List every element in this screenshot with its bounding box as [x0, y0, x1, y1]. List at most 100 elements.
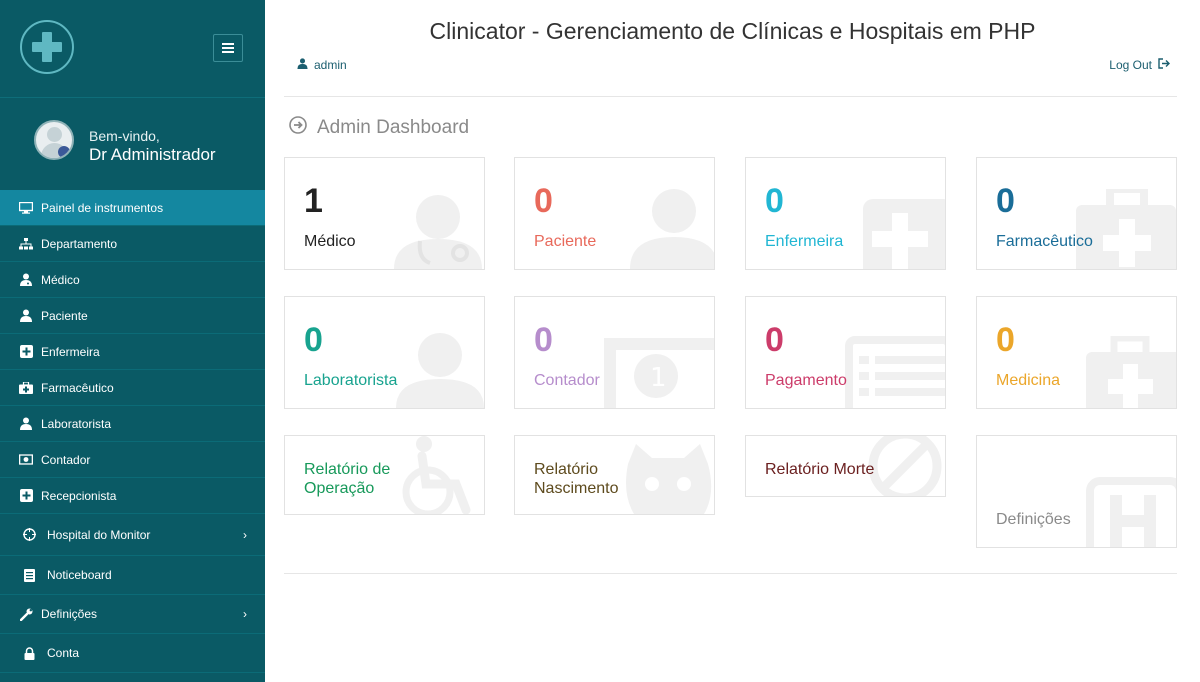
card-definicoes[interactable]: Definições	[976, 435, 1177, 548]
sidebar-item-medico[interactable]: Médico	[0, 262, 265, 298]
plus-square-icon	[19, 489, 33, 503]
sidebar-nav: Painel de instrumentos Departamento Médi…	[0, 190, 265, 673]
ban-icon	[868, 436, 942, 496]
user-icon	[297, 58, 308, 72]
sidebar-item-recepcionista[interactable]: Recepcionista	[0, 478, 265, 514]
plus-square-icon	[19, 345, 33, 359]
admin-user-link[interactable]: admin	[297, 58, 347, 72]
avatar	[34, 120, 74, 160]
card-label: Relatório Nascimento	[534, 461, 619, 497]
page-title: Clinicator - Gerenciamento de Clínicas e…	[429, 18, 1036, 44]
sidebar-item-definicoes[interactable]: Definições ›	[0, 595, 265, 634]
sidebar-item-label: Departamento	[41, 236, 118, 251]
svg-text:1: 1	[650, 363, 667, 393]
card-medicina[interactable]: 0 Medicina	[976, 296, 1177, 409]
card-pagamento[interactable]: 0 Pagamento	[745, 296, 946, 409]
header-divider	[284, 96, 1177, 97]
card-label: Relatório de Operação	[304, 461, 391, 497]
menu-toggle-button[interactable]	[213, 34, 243, 62]
sidebar-item-label: Farmacêutico	[41, 380, 114, 395]
content-divider	[284, 573, 1177, 574]
circle-arrow-right-icon	[289, 116, 307, 140]
card-label: Médico	[304, 233, 356, 250]
card-relatorio-operacao[interactable]: Relatório de Operação	[284, 435, 485, 515]
sidebar-item-paciente[interactable]: Paciente	[0, 298, 265, 334]
card-count: 0	[304, 321, 323, 359]
doctor-icon	[19, 273, 33, 287]
sidebar-item-conta[interactable]: Conta	[0, 634, 265, 673]
hospital-h-icon	[1086, 477, 1176, 547]
card-contador[interactable]: 1 0 Contador	[514, 296, 715, 409]
card-farmaceutico[interactable]: 0 Farmacêutico	[976, 157, 1177, 270]
sidebar-item-label: Conta	[47, 646, 80, 660]
card-label: Contador	[534, 372, 600, 389]
crosshair-icon	[22, 528, 36, 542]
logout-label: Log Out	[1109, 58, 1152, 72]
sidebar-item-label: Definições	[41, 607, 98, 621]
user-icon	[19, 309, 33, 323]
card-label: Pagamento	[765, 372, 847, 389]
sidebar-item-departamento[interactable]: Departamento	[0, 226, 265, 262]
sidebar-item-painel[interactable]: Painel de instrumentos	[0, 190, 265, 226]
sidebar-item-label: Painel de instrumentos	[41, 200, 164, 215]
dashboard-title-text: Admin Dashboard	[317, 117, 470, 138]
card-label: Enfermeira	[765, 233, 844, 250]
card-paciente[interactable]: 0 Paciente	[514, 157, 715, 270]
chevron-right-icon: ›	[243, 527, 247, 542]
sidebar-item-label: Enfermeira	[41, 344, 100, 359]
money-icon	[19, 453, 33, 467]
card-enfermeira[interactable]: 0 Enfermeira	[745, 157, 946, 270]
card-relatorio-morte[interactable]: Relatório Morte	[745, 435, 946, 497]
sidebar-item-label: Recepcionista	[41, 488, 117, 503]
medkit-icon	[1076, 189, 1176, 269]
user-icon	[630, 189, 714, 269]
card-medico[interactable]: 1 Médico	[284, 157, 485, 270]
monitor-icon	[19, 201, 33, 215]
user-box: Bem-vindo, Dr Administrador	[0, 98, 265, 190]
card-label: Farmacêutico	[996, 233, 1093, 250]
medkit-icon	[1086, 336, 1176, 408]
list-alt-icon	[845, 336, 945, 408]
sidebar-item-noticeboard[interactable]: Noticeboard	[0, 556, 265, 595]
card-label: Relatório Morte	[765, 461, 875, 478]
card-relatorio-nascimento[interactable]: Relatório Nascimento	[514, 435, 715, 515]
lock-icon	[22, 646, 36, 660]
logo-area	[0, 0, 265, 98]
sidebar: Bem-vindo, Dr Administrador Painel de in…	[0, 0, 265, 682]
wrench-icon	[19, 607, 33, 621]
card-laboratorista[interactable]: 0 Laboratorista	[284, 296, 485, 409]
card-count: 0	[996, 321, 1015, 359]
plus-square-icon	[863, 199, 945, 269]
sidebar-item-contador[interactable]: Contador	[0, 442, 265, 478]
card-count: 0	[765, 182, 784, 220]
logout-link[interactable]: Log Out	[1109, 58, 1170, 72]
chevron-right-icon: ›	[243, 607, 247, 621]
logout-icon	[1158, 58, 1170, 72]
dashboard-title: Admin Dashboard	[289, 116, 469, 140]
sidebar-item-label: Contador	[41, 452, 91, 467]
welcome-text: Bem-vindo,	[89, 128, 160, 144]
sidebar-item-hospital-monitor[interactable]: Hospital do Monitor ›	[0, 514, 265, 556]
list-icon	[22, 568, 36, 582]
sidebar-item-enfermeira[interactable]: Enfermeira	[0, 334, 265, 370]
card-count: 0	[534, 182, 553, 220]
card-count: 1	[304, 182, 323, 220]
card-count: 0	[765, 321, 784, 359]
card-label: Laboratorista	[304, 372, 398, 389]
card-label: Medicina	[996, 372, 1061, 389]
sidebar-item-farmaceutico[interactable]: Farmacêutico	[0, 370, 265, 406]
sidebar-item-laboratorista[interactable]: Laboratorista	[0, 406, 265, 442]
sidebar-item-label: Hospital do Monitor	[47, 527, 151, 542]
money-icon: 1	[604, 338, 714, 408]
card-count: 0	[996, 182, 1015, 220]
user-icon	[19, 417, 33, 431]
sidebar-item-label: Médico	[41, 272, 80, 287]
card-count: 0	[534, 321, 553, 359]
admin-name: Dr Administrador	[89, 145, 216, 164]
sidebar-item-label: Paciente	[41, 308, 88, 323]
sidebar-item-label: Noticeboard	[47, 568, 112, 582]
user-icon	[396, 333, 484, 408]
medkit-icon	[19, 381, 33, 395]
sidebar-item-label: Laboratorista	[41, 416, 112, 431]
logo-cross-icon[interactable]	[20, 20, 74, 74]
